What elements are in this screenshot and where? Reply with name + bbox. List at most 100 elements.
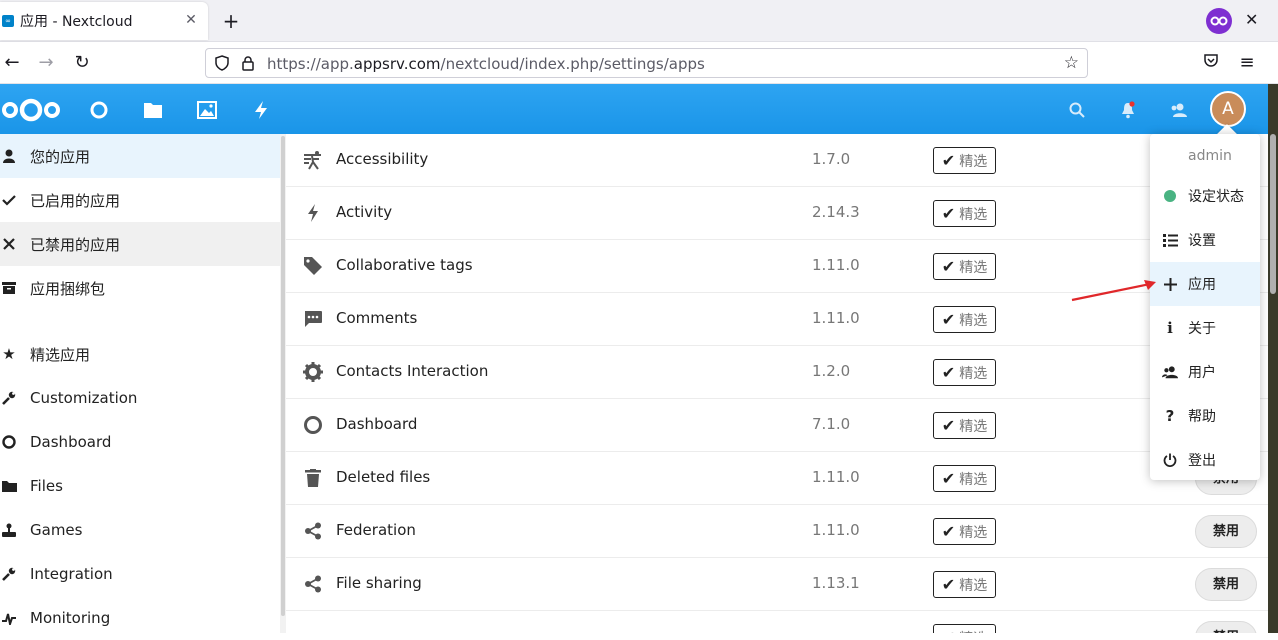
url-text[interactable]: https://app.appsrv.com/nextcloud/index.p…: [267, 55, 705, 73]
sidebar-item-featured-apps[interactable]: ★ 精选应用: [0, 332, 280, 376]
check-icon: ✔: [941, 363, 956, 382]
menu-item-help[interactable]: ? 帮助: [1150, 394, 1260, 438]
menu-item-set-status[interactable]: 设定状态: [1150, 174, 1260, 218]
search-icon[interactable]: [1066, 99, 1088, 121]
tab-title: 应用 - Nextcloud: [20, 14, 133, 30]
page-scrollbar-thumb[interactable]: [1270, 134, 1276, 294]
contacts-icon[interactable]: [1167, 99, 1189, 121]
check-icon: [0, 191, 18, 209]
disable-button[interactable]: 禁用: [1195, 515, 1257, 548]
menu-item-about[interactable]: i 关于: [1150, 306, 1260, 350]
window-close-icon[interactable]: ✕: [1245, 10, 1258, 29]
activity-icon[interactable]: [250, 99, 272, 121]
menu-item-settings[interactable]: 设置: [1150, 218, 1260, 262]
users-icon: [1162, 364, 1178, 380]
files-icon[interactable]: [142, 99, 164, 121]
sidebar-item-customization[interactable]: Customization: [0, 376, 280, 420]
sidebar-scrollbar-thumb[interactable]: [281, 136, 285, 616]
tab-close-icon[interactable]: ✕: [182, 11, 200, 29]
featured-badge: ✔精选: [933, 518, 996, 545]
nextcloud-logo-icon[interactable]: [0, 97, 62, 127]
app-row-deleted-files[interactable]: Deleted files 1.11.0 ✔精选 禁用: [286, 452, 1268, 505]
gear-icon: [302, 361, 324, 383]
notifications-icon[interactable]: [1117, 99, 1139, 121]
accessibility-icon: [302, 149, 324, 171]
reload-icon[interactable]: ↻: [70, 51, 94, 75]
tag-icon: [302, 255, 324, 277]
featured-badge: ✔精选: [933, 465, 996, 492]
check-icon: ✔: [942, 628, 955, 633]
featured-badge: ✔精选: [933, 412, 996, 439]
check-icon: ✔: [941, 469, 956, 488]
share-icon: [302, 520, 324, 542]
check-icon: ✔: [941, 204, 956, 223]
activity-icon: [302, 202, 324, 224]
dashboard-icon[interactable]: [88, 99, 110, 121]
featured-badge: ✔精选: [933, 147, 996, 174]
circle-icon: [0, 433, 18, 451]
joystick-icon: [0, 521, 18, 539]
bookmark-star-icon[interactable]: ☆: [1064, 53, 1079, 73]
sidebar-item-enabled-apps[interactable]: 已启用的应用: [0, 178, 280, 222]
app-row-activity[interactable]: Activity 2.14.3 ✔ 精选: [286, 187, 1268, 240]
star-icon: ★: [2, 345, 16, 363]
user-icon: [0, 147, 18, 165]
archive-icon: [0, 279, 18, 297]
status-dot-icon: [1162, 188, 1178, 204]
featured-badge: ✔精选: [933, 359, 996, 386]
sidebar-item-games[interactable]: Games: [0, 508, 280, 552]
share-icon: [302, 573, 324, 595]
sidebar-item-monitoring[interactable]: Monitoring: [0, 596, 280, 640]
browser-nav-bar: ← → ↻ https://app.appsrv.com/nextcloud/i…: [0, 43, 1278, 84]
check-icon: ✔: [941, 310, 956, 329]
nextcloud-favicon-icon: ∞: [2, 15, 14, 27]
check-icon: ✔: [941, 416, 956, 435]
menu-item-users[interactable]: 用户: [1150, 350, 1260, 394]
user-menu: admin 设定状态 设置 应用 i 关于 用户 ? 帮助 登出: [1150, 134, 1260, 480]
featured-badge: ✔精选: [933, 571, 996, 598]
user-avatar[interactable]: A: [1210, 91, 1246, 127]
wrench-icon: [0, 565, 18, 583]
sidebar-item-dashboard[interactable]: Dashboard: [0, 420, 280, 464]
app-list: Accessibility 1.7.0 ✔ 精选 Activity 2.14.3 …: [286, 134, 1268, 633]
pocket-icon[interactable]: [1199, 51, 1223, 75]
menu-item-apps[interactable]: 应用: [1150, 262, 1260, 306]
url-bar[interactable]: https://app.appsrv.com/nextcloud/index.p…: [205, 48, 1088, 78]
menu-item-logout[interactable]: 登出: [1150, 438, 1260, 482]
app-row-contacts-interaction[interactable]: Contacts Interaction 1.2.0 ✔ 精选: [286, 346, 1268, 399]
featured-badge: ✔精选: [933, 624, 996, 633]
app-row-accessibility[interactable]: Accessibility 1.7.0 ✔ 精选: [286, 134, 1268, 187]
app-row-dashboard[interactable]: Dashboard 7.1.0 ✔ 精选: [286, 399, 1268, 452]
wrench-icon: [0, 389, 18, 407]
settings-list-icon: [1162, 232, 1178, 248]
nextcloud-header: A: [0, 84, 1268, 134]
shield-icon[interactable]: [214, 55, 230, 75]
power-icon: [1162, 452, 1178, 468]
back-icon[interactable]: ←: [0, 51, 24, 75]
private-mask-icon[interactable]: [1206, 8, 1232, 34]
photos-icon[interactable]: [196, 99, 218, 121]
check-icon: ✔: [941, 257, 956, 276]
sidebar-item-disabled-apps[interactable]: 已禁用的应用: [0, 222, 280, 266]
help-icon: ?: [1165, 407, 1175, 425]
new-tab-button[interactable]: +: [220, 8, 242, 34]
forward-icon[interactable]: →: [34, 51, 58, 75]
check-icon: ✔: [941, 151, 956, 170]
sidebar-item-integration[interactable]: Integration: [0, 552, 280, 596]
app-row-federation[interactable]: Federation 1.11.0 ✔ 精选 禁用: [286, 505, 1268, 558]
disable-button[interactable]: 禁用: [1195, 621, 1257, 633]
info-icon: i: [1167, 319, 1173, 337]
app-row-partial[interactable]: ✔精选 禁用: [286, 611, 1268, 633]
browser-tab-bar: ∞ 应用 - Nextcloud ✕ + ✕: [0, 0, 1278, 42]
app-row-file-sharing[interactable]: File sharing 1.13.1 ✔ 精选 禁用: [286, 558, 1268, 611]
sidebar-item-your-apps[interactable]: 您的应用: [0, 134, 280, 178]
sidebar-item-app-bundles[interactable]: 应用捆绑包: [0, 266, 280, 310]
sidebar-item-files[interactable]: Files: [0, 464, 280, 508]
disable-button[interactable]: 禁用: [1195, 568, 1257, 601]
lock-icon[interactable]: [241, 55, 255, 75]
annotation-arrow: [1071, 280, 1156, 302]
featured-badge: ✔精选: [933, 253, 996, 280]
monitoring-icon: [0, 609, 18, 627]
browser-tab[interactable]: ∞ 应用 - Nextcloud ✕: [0, 2, 208, 40]
hamburger-menu-icon[interactable]: ≡: [1235, 51, 1259, 75]
